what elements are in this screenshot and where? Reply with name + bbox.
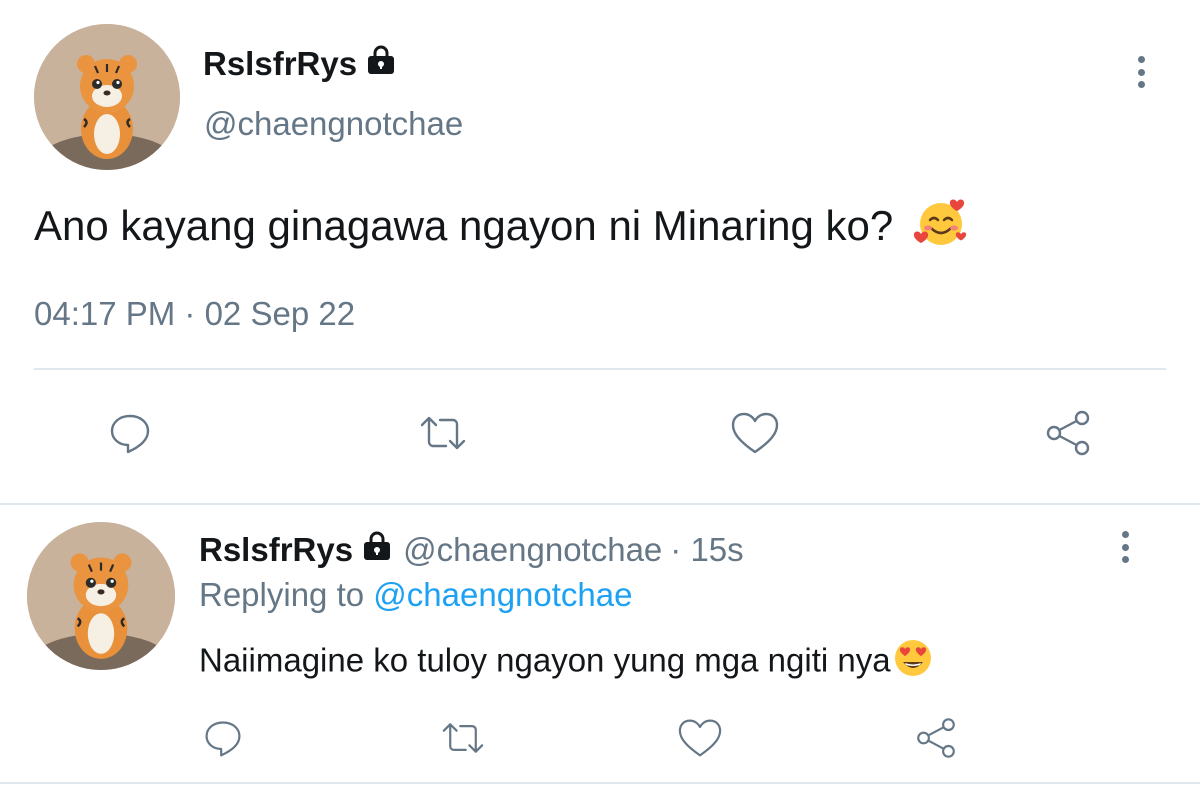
share-button[interactable] (1038, 406, 1098, 460)
retweet-icon (442, 723, 484, 753)
avatar[interactable] (34, 24, 180, 170)
tweet-text-content: Ano kayang ginagawa ngayon ni Minaring k… (34, 202, 894, 250)
reply-icon (110, 414, 150, 454)
reply-handle[interactable]: @chaengnotchae (403, 530, 662, 570)
reply-reply-button[interactable] (195, 715, 251, 761)
reply-icon (205, 721, 241, 757)
lock-icon (361, 530, 393, 570)
replying-to-label: Replying to (199, 576, 365, 613)
reply-header: RslsfrRys @chaengnotchae · 15s (199, 530, 744, 570)
handle[interactable]: @chaengnotchae (204, 104, 463, 144)
reply-avatar[interactable] (27, 522, 175, 670)
heart-icon (731, 412, 779, 454)
more-vertical-icon[interactable] (1136, 56, 1146, 88)
tweet-text: Ano kayang ginagawa ngayon ni Minaring k… (34, 196, 971, 262)
reply-more-vertical-icon[interactable] (1120, 531, 1130, 563)
reply-display-name[interactable]: RslsfrRys (199, 530, 353, 570)
retweet-button[interactable] (413, 408, 473, 458)
divider (34, 368, 1166, 370)
reply-share-button[interactable] (908, 713, 964, 763)
reply-text-content: Naiimagine ko tuloy ngayon yung mga ngit… (199, 641, 891, 679)
heart-icon (678, 719, 722, 757)
smiling-face-with-hearts-emoji (913, 196, 971, 262)
reply-retweet-button[interactable] (435, 715, 491, 761)
like-button[interactable] (725, 408, 785, 458)
bottom-divider (0, 782, 1200, 784)
display-name-text[interactable]: RslsfrRys (203, 44, 357, 84)
lock-icon (365, 44, 397, 84)
section-divider (0, 503, 1200, 505)
heart-eyes-emoji (893, 638, 933, 688)
display-name[interactable]: RslsfrRys (203, 44, 397, 84)
share-icon (917, 718, 955, 758)
timestamp[interactable]: 04:17 PM · 02 Sep 22 (34, 294, 355, 334)
reply-text: Naiimagine ko tuloy ngayon yung mga ngit… (199, 638, 933, 688)
share-icon (1046, 410, 1090, 456)
replying-to: Replying to @chaengnotchae (199, 575, 632, 615)
reply-button[interactable] (100, 408, 160, 458)
reply-time[interactable]: · 15s (670, 530, 743, 570)
retweet-icon (420, 416, 466, 450)
replying-to-link[interactable]: @chaengnotchae (373, 576, 632, 613)
reply-like-button[interactable] (672, 715, 728, 761)
